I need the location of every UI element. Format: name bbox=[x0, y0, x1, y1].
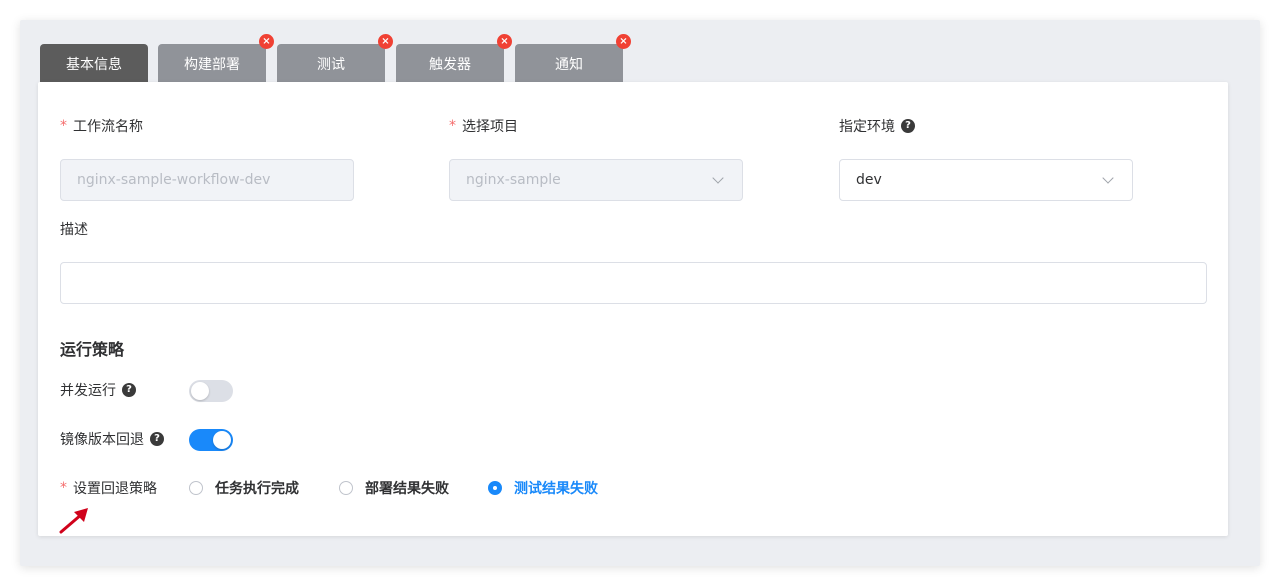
tab-build-deploy[interactable]: 构建部署 × bbox=[158, 34, 274, 83]
description-label: 描述 bbox=[60, 222, 88, 238]
tab-label: 测试 bbox=[317, 56, 345, 73]
required-mark: * bbox=[449, 118, 456, 134]
description-input[interactable] bbox=[60, 262, 1207, 304]
strategy-title: 运行策略 bbox=[60, 340, 125, 359]
help-icon[interactable]: ? bbox=[901, 119, 915, 133]
project-select[interactable]: nginx-sample bbox=[449, 159, 743, 201]
rollback-label: 镜像版本回退 ? bbox=[60, 429, 164, 449]
environment-select[interactable]: dev bbox=[839, 159, 1133, 201]
rollback-switch[interactable] bbox=[189, 429, 233, 451]
environment-value: dev bbox=[856, 172, 882, 188]
chevron-down-icon bbox=[712, 171, 724, 184]
tab-label: 基本信息 bbox=[66, 56, 122, 73]
concurrent-switch[interactable] bbox=[189, 380, 233, 402]
tab-basic-info[interactable]: 基本信息 bbox=[40, 44, 148, 83]
workflow-name-label: * 工作流名称 bbox=[60, 118, 143, 135]
project-label: * 选择项目 bbox=[449, 118, 518, 135]
workflow-name-value: nginx-sample-workflow-dev bbox=[77, 172, 271, 188]
concurrent-label: 并发运行 ? bbox=[60, 380, 136, 400]
switch-knob bbox=[213, 431, 231, 449]
tab-test[interactable]: 测试 × bbox=[277, 34, 393, 83]
radio-circle bbox=[339, 481, 353, 495]
close-icon[interactable]: × bbox=[497, 34, 512, 49]
radio-circle bbox=[488, 481, 502, 495]
help-icon[interactable]: ? bbox=[122, 383, 136, 397]
close-icon[interactable]: × bbox=[378, 34, 393, 49]
required-mark: * bbox=[60, 480, 67, 496]
required-mark: * bbox=[60, 118, 67, 134]
tab-label: 构建部署 bbox=[184, 56, 240, 73]
tab-label: 通知 bbox=[555, 56, 583, 73]
close-icon[interactable]: × bbox=[616, 34, 631, 49]
workflow-name-input[interactable]: nginx-sample-workflow-dev bbox=[60, 159, 354, 201]
radio-test-failed[interactable]: 测试结果失败 bbox=[488, 478, 598, 498]
chevron-down-icon bbox=[1102, 171, 1114, 184]
basic-info-panel bbox=[38, 82, 1228, 536]
close-icon[interactable]: × bbox=[259, 34, 274, 49]
rollback-policy-label: * 设置回退策略 bbox=[60, 480, 157, 497]
radio-deploy-failed[interactable]: 部署结果失败 bbox=[339, 478, 449, 498]
switch-knob bbox=[191, 382, 209, 400]
radio-circle bbox=[189, 481, 203, 495]
tab-trigger[interactable]: 触发器 × bbox=[396, 34, 512, 83]
tab-label: 触发器 bbox=[429, 56, 471, 73]
radio-task-complete[interactable]: 任务执行完成 bbox=[189, 478, 299, 498]
environment-label: 指定环境 ? bbox=[839, 116, 915, 136]
project-value: nginx-sample bbox=[466, 172, 561, 188]
help-icon[interactable]: ? bbox=[150, 432, 164, 446]
tab-notification[interactable]: 通知 × bbox=[515, 34, 631, 83]
annotation-arrow-icon bbox=[59, 508, 88, 534]
